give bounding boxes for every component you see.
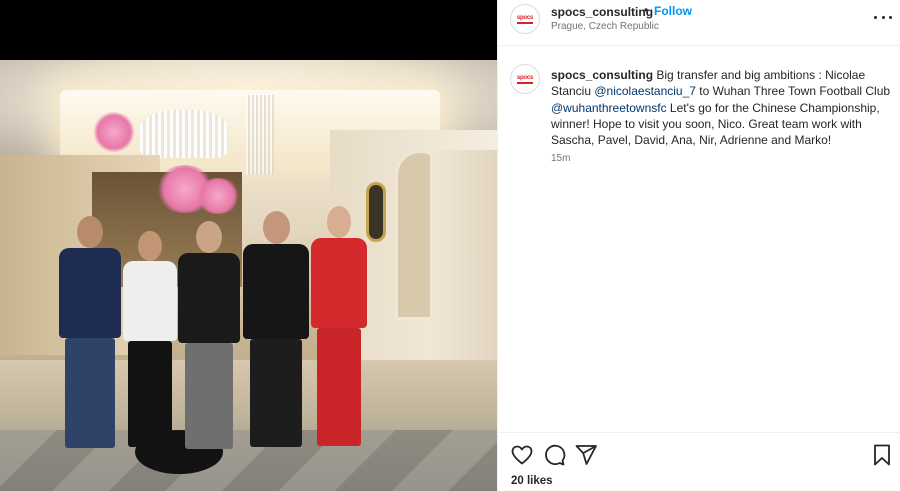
logo-text: spocs — [516, 74, 534, 81]
likes-count[interactable]: 20 likes — [511, 475, 553, 487]
chandelier-small — [246, 95, 274, 175]
person-1 — [55, 216, 125, 451]
mention-link[interactable]: @wuhanthreetownsfc — [551, 101, 667, 115]
mention-link[interactable]: @nicolaestanciu_7 — [594, 84, 696, 98]
more-options-icon[interactable] — [874, 10, 892, 24]
person-3 — [175, 221, 243, 451]
chandelier — [140, 110, 228, 158]
person-5 — [308, 206, 370, 451]
avatar[interactable]: spocs — [510, 4, 540, 34]
bookmark-icon[interactable] — [870, 443, 894, 467]
post-photo[interactable] — [0, 0, 497, 491]
post-caption: spocs_consulting Big transfer and big am… — [551, 67, 891, 148]
header-separator: • — [644, 3, 649, 17]
logo-underline — [517, 81, 533, 84]
location-link[interactable]: Prague, Czech Republic — [551, 21, 659, 32]
caption-avatar[interactable]: spocs — [510, 64, 540, 94]
share-icon[interactable] — [574, 443, 598, 467]
post-header: spocs spocs_consulting • Follow Prague, … — [498, 0, 900, 46]
caption-username[interactable]: spocs_consulting — [551, 68, 653, 82]
flower-arrangement — [195, 178, 241, 214]
logo-text: spocs — [516, 14, 534, 21]
post-details-panel: spocs spocs_consulting • Follow Prague, … — [497, 0, 900, 491]
caption-text: to Wuhan Three Town Football Club — [695, 84, 891, 99]
follow-button[interactable]: Follow — [654, 4, 692, 18]
post-timestamp[interactable]: 15m — [551, 153, 570, 164]
heart-icon[interactable] — [510, 443, 534, 467]
person-2 — [120, 231, 180, 451]
post-actions-bar — [498, 432, 900, 474]
logo-underline — [517, 21, 533, 24]
comment-icon[interactable] — [542, 443, 566, 467]
header-username[interactable]: spocs_consulting — [551, 5, 653, 19]
person-4 — [240, 211, 312, 451]
flower-arrangement — [92, 112, 136, 152]
hotel-lobby-scene — [0, 60, 497, 491]
